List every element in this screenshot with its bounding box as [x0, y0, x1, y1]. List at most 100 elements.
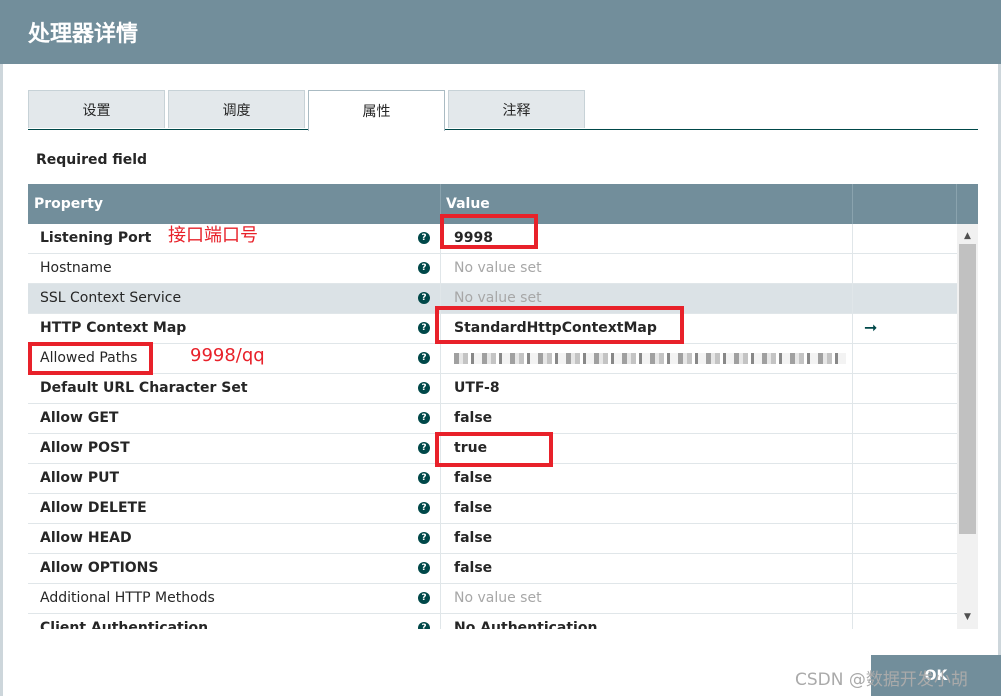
scroll-down-arrow-icon[interactable]: ▼: [957, 609, 978, 625]
tab-underline: [28, 129, 978, 130]
annotation-box-context-map-value: [435, 306, 684, 344]
column-divider: [852, 524, 853, 554]
column-divider: [852, 374, 853, 404]
table-scrollbar[interactable]: ▲ ▼: [957, 224, 978, 629]
property-name: Hostname: [40, 260, 112, 276]
help-icon[interactable]: ?: [418, 502, 430, 514]
table-row[interactable]: Allow HEAD? false: [28, 524, 957, 554]
property-name: Default URL Character Set: [40, 380, 248, 396]
arrow-right-icon[interactable]: ➞: [864, 318, 877, 337]
scrollbar-thumb[interactable]: [959, 244, 976, 534]
table-row[interactable]: Default URL Character Set? UTF-8: [28, 374, 957, 404]
table-row[interactable]: Allow PUT? false: [28, 464, 957, 494]
table-row[interactable]: Allow OPTIONS? false: [28, 554, 957, 584]
scroll-up-arrow-icon[interactable]: ▲: [957, 228, 978, 244]
column-divider: [852, 614, 853, 629]
column-divider: [852, 254, 853, 284]
column-divider: [440, 554, 441, 584]
tab-settings[interactable]: 设置: [28, 90, 165, 128]
help-icon[interactable]: ?: [418, 592, 430, 604]
property-value[interactable]: false: [454, 500, 492, 516]
help-icon[interactable]: ?: [418, 232, 430, 244]
property-value-redacted[interactable]: [454, 353, 846, 364]
table-row[interactable]: Allowed Paths?: [28, 344, 957, 374]
annotation-note-paths: 9998/qq: [190, 345, 265, 366]
tab-scheduling[interactable]: 调度: [168, 90, 305, 128]
column-divider: [852, 224, 853, 254]
help-icon[interactable]: ?: [418, 262, 430, 274]
header-divider: [852, 184, 853, 224]
dialog-header: 处理器详情: [0, 0, 1001, 64]
column-divider: [440, 584, 441, 614]
property-value[interactable]: No value set: [454, 290, 542, 306]
tab-properties[interactable]: 属性: [308, 90, 445, 131]
table-row[interactable]: Allow GET? false: [28, 404, 957, 434]
help-icon[interactable]: ?: [418, 382, 430, 394]
property-name: Allow OPTIONS: [40, 560, 159, 576]
header-value[interactable]: Value: [446, 196, 490, 212]
help-icon[interactable]: ?: [418, 562, 430, 574]
property-name: Allow DELETE: [40, 500, 147, 516]
column-divider: [440, 614, 441, 629]
help-icon[interactable]: ?: [418, 322, 430, 334]
table-row[interactable]: Additional HTTP Methods? No value set: [28, 584, 957, 614]
table-row[interactable]: Allow DELETE? false: [28, 494, 957, 524]
help-icon[interactable]: ?: [418, 352, 430, 364]
required-field-label: Required field: [36, 152, 148, 168]
property-value[interactable]: No value set: [454, 260, 542, 276]
property-value[interactable]: false: [454, 410, 492, 426]
column-divider: [852, 314, 853, 344]
watermark: CSDN @数据开发小胡: [795, 670, 968, 690]
property-name: Additional HTTP Methods: [40, 590, 215, 606]
column-divider: [440, 524, 441, 554]
dialog-left-border: [0, 64, 3, 696]
table-row[interactable]: Hostname? No value set: [28, 254, 957, 284]
column-divider: [852, 404, 853, 434]
column-divider: [852, 584, 853, 614]
properties-table: Property Value Listening Port? 9998 Hostna…: [28, 184, 978, 629]
property-name: Allow GET: [40, 410, 119, 426]
annotation-note-port: 接口端口号: [168, 225, 258, 246]
tab-bar: 设置 调度 属性 注释: [28, 90, 978, 131]
annotation-box-port-value: [440, 214, 538, 249]
column-divider: [440, 464, 441, 494]
property-value[interactable]: UTF-8: [454, 380, 500, 396]
annotation-box-allowed-paths: [28, 342, 153, 375]
property-name: SSL Context Service: [40, 290, 182, 306]
property-value[interactable]: No value set: [454, 590, 542, 606]
table-row[interactable]: Client Authentication? No Authentication: [28, 614, 957, 629]
column-divider: [852, 554, 853, 584]
column-divider: [852, 434, 853, 464]
help-icon[interactable]: ?: [418, 442, 430, 454]
property-value[interactable]: false: [454, 560, 492, 576]
annotation-box-post-value: [435, 432, 553, 467]
property-name: Listening Port: [40, 230, 152, 246]
tab-comments[interactable]: 注释: [448, 90, 585, 128]
header-divider: [956, 184, 957, 224]
header-property[interactable]: Property: [34, 196, 103, 212]
property-name: Allow POST: [40, 440, 130, 456]
help-icon[interactable]: ?: [418, 472, 430, 484]
column-divider: [440, 254, 441, 284]
property-value[interactable]: false: [454, 530, 492, 546]
column-divider: [440, 374, 441, 404]
help-icon[interactable]: ?: [418, 532, 430, 544]
property-name: HTTP Context Map: [40, 320, 187, 336]
column-divider: [852, 494, 853, 524]
column-divider: [440, 344, 441, 374]
property-value[interactable]: false: [454, 470, 492, 486]
column-divider: [440, 404, 441, 434]
property-name: Allow PUT: [40, 470, 120, 486]
property-name: Client Authentication: [40, 620, 209, 629]
column-divider: [852, 284, 853, 314]
column-divider: [852, 464, 853, 494]
help-icon[interactable]: ?: [418, 622, 430, 629]
table-body: Listening Port? 9998 Hostname? No value set…: [28, 224, 957, 629]
column-divider: [852, 344, 853, 374]
help-icon[interactable]: ?: [418, 412, 430, 424]
dialog-title: 处理器详情: [28, 22, 139, 47]
help-icon[interactable]: ?: [418, 292, 430, 304]
property-value[interactable]: No Authentication: [454, 620, 597, 629]
property-name: Allow HEAD: [40, 530, 132, 546]
column-divider: [440, 494, 441, 524]
